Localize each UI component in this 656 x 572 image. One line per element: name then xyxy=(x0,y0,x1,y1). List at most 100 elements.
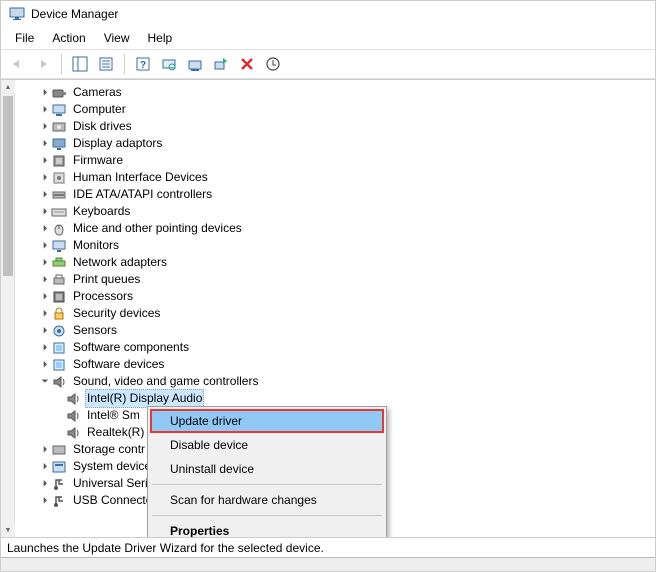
expand-icon[interactable]: ⏵ xyxy=(39,339,51,356)
expand-icon[interactable]: ⏵ xyxy=(39,135,51,152)
usb-icon xyxy=(51,476,67,492)
tree-category[interactable]: ⏵ Print queues xyxy=(15,271,655,288)
tree-category[interactable]: ⏵ Display adaptors xyxy=(15,135,655,152)
help-button[interactable]: ? xyxy=(131,52,155,76)
bottom-border xyxy=(1,557,655,571)
network-icon xyxy=(51,255,67,271)
expand-icon[interactable]: ⏵ xyxy=(39,492,51,509)
svg-text:?: ? xyxy=(140,60,146,71)
tree-category[interactable]: ⏵ Keyboards xyxy=(15,203,655,220)
tree-category[interactable]: ⏵Human Interface Devices xyxy=(15,169,655,186)
show-hide-tree-button[interactable] xyxy=(68,52,92,76)
properties-button[interactable] xyxy=(94,52,118,76)
menu-help[interactable]: Help xyxy=(140,29,181,47)
tree-item-label: IDE ATA/ATAPI controllers xyxy=(71,186,214,203)
scroll-up-arrow[interactable]: ▲ xyxy=(1,80,15,94)
menu-file[interactable]: File xyxy=(7,29,42,47)
expand-icon[interactable]: ⏵ xyxy=(39,101,51,118)
scan-hardware-button[interactable] xyxy=(157,52,181,76)
expand-icon[interactable]: ⏵ xyxy=(39,169,51,186)
menu-view[interactable]: View xyxy=(96,29,138,47)
tree-category[interactable]: ⏵ Firmware xyxy=(15,152,655,169)
expand-icon[interactable]: ⏵ xyxy=(39,237,51,254)
tree-category[interactable]: ⏵ Network adapters xyxy=(15,254,655,271)
tree-item-label: Mice and other pointing devices xyxy=(71,220,244,237)
toolbar-separator xyxy=(61,54,62,74)
speaker-icon xyxy=(65,425,81,441)
expand-icon[interactable]: ⏵ xyxy=(39,118,51,135)
disk-icon xyxy=(51,119,67,135)
tree-category[interactable]: ⏵Cameras xyxy=(15,84,655,101)
tree-item-label: Processors xyxy=(71,288,135,305)
expand-icon[interactable]: ⏵ xyxy=(39,458,51,475)
tree-item-label: Firmware xyxy=(71,152,125,169)
expand-icon[interactable]: ⏵ xyxy=(39,254,51,271)
storage-icon xyxy=(51,442,67,458)
tree-wrap: ▲ ▼ ⏵Cameras⏵Computer⏵Disk drives⏵Displa… xyxy=(1,79,655,537)
expand-icon[interactable]: ⏵ xyxy=(39,441,51,458)
tree-item-label: USB Connecto xyxy=(71,492,154,509)
toolbar: ? xyxy=(1,49,655,79)
expand-icon[interactable]: ⏵ xyxy=(39,186,51,203)
context-menu-item[interactable]: Uninstall device xyxy=(150,457,384,481)
tree-item-label: Software components xyxy=(71,339,191,356)
cpu-icon xyxy=(51,289,67,305)
keyboard-icon xyxy=(51,204,67,220)
scrollbar-thumb[interactable] xyxy=(3,96,13,276)
expand-icon[interactable]: ⏵ xyxy=(39,220,51,237)
tree-item-label: Keyboards xyxy=(71,203,132,220)
expand-icon[interactable]: ⏵ xyxy=(39,475,51,492)
tree-category[interactable]: ⏵Computer xyxy=(15,101,655,118)
software-icon xyxy=(51,340,67,356)
forward-button[interactable] xyxy=(31,52,55,76)
disable-device-button[interactable] xyxy=(235,52,259,76)
tree-category[interactable]: ⏵ Mice and other pointing devices xyxy=(15,220,655,237)
expand-icon[interactable]: ⏵ xyxy=(39,322,51,339)
hid-icon xyxy=(51,170,67,186)
tree-category[interactable]: ⏵ Processors xyxy=(15,288,655,305)
context-menu-item[interactable]: Properties xyxy=(150,519,384,537)
tree-item-label: Network adapters xyxy=(71,254,169,271)
tree-item-label: Print queues xyxy=(71,271,142,288)
expand-icon[interactable]: ⏵ xyxy=(39,271,51,288)
tree-item-label: Sound, video and game controllers xyxy=(71,373,260,390)
tree-category[interactable]: ⏵ Monitors xyxy=(15,237,655,254)
system-icon xyxy=(51,459,67,475)
tree-item-label: Security devices xyxy=(71,305,162,322)
expand-icon[interactable]: ⏵ xyxy=(39,203,51,220)
expand-icon[interactable]: ⏵ xyxy=(39,152,51,169)
tree-item-label: Monitors xyxy=(71,237,121,254)
menubar: File Action View Help xyxy=(1,27,655,49)
tree-category[interactable]: ⏵ Software components xyxy=(15,339,655,356)
tree-category[interactable]: ⏵ IDE ATA/ATAPI controllers xyxy=(15,186,655,203)
tree-item-label: System device xyxy=(71,458,153,475)
context-menu-item[interactable]: Disable device xyxy=(150,433,384,457)
tree-category[interactable]: ⏵Software devices xyxy=(15,356,655,373)
expand-icon[interactable]: ⏵ xyxy=(39,288,51,305)
tree-category[interactable]: ⏵ Disk drives xyxy=(15,118,655,135)
context-menu-item[interactable]: Scan for hardware changes xyxy=(150,488,384,512)
menu-action[interactable]: Action xyxy=(44,29,93,47)
update-driver-button[interactable] xyxy=(183,52,207,76)
tree-device-item[interactable]: Intel(R) Display Audio xyxy=(15,390,655,407)
uninstall-device-button[interactable] xyxy=(261,52,285,76)
back-button[interactable] xyxy=(5,52,29,76)
collapse-icon[interactable]: ⏷ xyxy=(39,373,51,390)
tree-item-label: Display adaptors xyxy=(71,135,164,152)
expand-icon[interactable]: ⏵ xyxy=(39,84,51,101)
scroll-down-arrow[interactable]: ▼ xyxy=(1,523,15,537)
printer-icon xyxy=(51,272,67,288)
tree-category[interactable]: ⏵ Security devices xyxy=(15,305,655,322)
tree-category[interactable]: ⏵Sensors xyxy=(15,322,655,339)
vertical-scrollbar[interactable]: ▲ ▼ xyxy=(1,80,15,537)
speaker-icon xyxy=(65,408,81,424)
toolbar-separator xyxy=(124,54,125,74)
tree-item-label: Universal Seri xyxy=(71,475,150,492)
expand-icon[interactable]: ⏵ xyxy=(39,356,51,373)
tree-category[interactable]: ⏷ Sound, video and game controllers xyxy=(15,373,655,390)
tree-item-label: Disk drives xyxy=(71,118,134,135)
tree-item-label: Storage contr xyxy=(71,441,147,458)
enable-device-button[interactable] xyxy=(209,52,233,76)
context-menu-item[interactable]: Update driver xyxy=(150,409,384,433)
expand-icon[interactable]: ⏵ xyxy=(39,305,51,322)
